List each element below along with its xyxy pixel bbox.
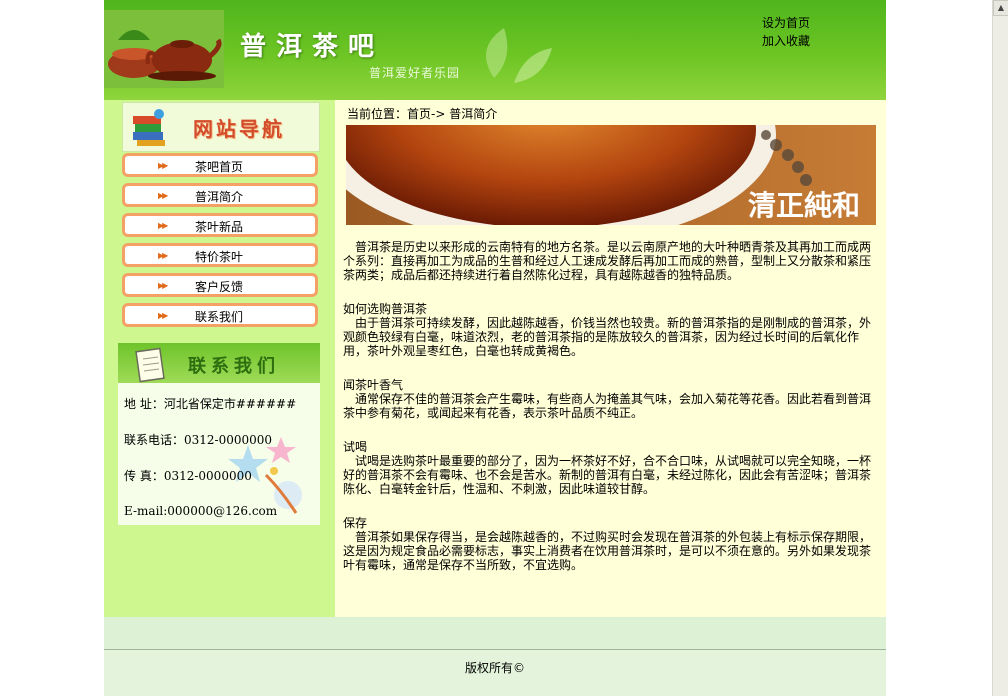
nav-list: ▶▶ 茶吧首页 ▶▶ 普洱简介 ▶▶ 茶叶新品 ▶▶ 特价茶叶 ▶▶ 客户反馈 ▶▶ 联系我… <box>122 153 318 333</box>
nav-item-label: 客户反馈 <box>195 280 244 294</box>
add-favorite-link[interactable]: 加入收藏 <box>762 32 810 50</box>
nav-item-label: 特价茶叶 <box>195 250 244 264</box>
nav-banner-title: 网站导航 <box>193 117 285 141</box>
nav-banner: 网站导航 <box>122 102 320 152</box>
contact-address: 地 址：河北省保定市###### <box>124 397 297 411</box>
site-title: 普洱茶吧 <box>240 32 385 62</box>
double-arrow-icon: ▶▶ <box>158 221 168 230</box>
article: 普洱茶是历史以来形成的云南特有的地方名茶。是以云南原产地的大叶种晒青茶及其再加工… <box>343 240 875 572</box>
copyright-text: 版权所有© <box>464 661 525 675</box>
left-sidebar: 网站导航 ▶▶ 茶吧首页 ▶▶ 普洱简介 ▶▶ 茶叶新品 ▶▶ 特价茶叶 ▶▶ 客户反馈 … <box>104 100 335 617</box>
double-arrow-icon: ▶▶ <box>158 251 168 260</box>
section-text: 由于普洱茶可持续发酵，因此越陈越香，价钱当然也较贵。新的普洱茶指的是刚制成的普洱… <box>343 316 872 358</box>
teapot-image <box>104 10 224 88</box>
hero-text: 清正純和 <box>748 189 860 222</box>
section-title: 如何选购普洱茶 <box>343 302 428 316</box>
nav-item-feedback[interactable]: ▶▶ 客户反馈 <box>122 273 318 297</box>
breadcrumb: 当前位置：首页-> 普洱简介 <box>347 107 498 121</box>
contact-banner-title: 联系我们 <box>188 356 280 377</box>
section-title: 闻茶叶香气 <box>343 378 404 392</box>
section-title: 保存 <box>343 516 368 530</box>
nav-item-label: 普洱简介 <box>195 190 244 204</box>
footer-band <box>104 617 886 649</box>
page: 普洱茶吧 普洱爱好者乐园 设为首页 加入收藏 网站导航 ▶▶ 茶吧首页 ▶▶ 普洱简… <box>104 0 886 696</box>
contact-email: E-mail:000000@126.com <box>124 504 278 518</box>
nav-item-new-products[interactable]: ▶▶ 茶叶新品 <box>122 213 318 237</box>
nav-item-home[interactable]: ▶▶ 茶吧首页 <box>122 153 318 177</box>
section-text: 通常保存不佳的普洱茶会产生霉味，有些商人为掩盖其气味，会加入菊花等花香。因此若看… <box>343 392 872 420</box>
contact-info: 地 址：河北省保定市###### 联系电话：0312-0000000 传 真：0… <box>118 383 320 525</box>
header: 普洱茶吧 普洱爱好者乐园 设为首页 加入收藏 <box>104 0 886 100</box>
section-text: 普洱茶如果保存得当，是会越陈越香的，不过购买时会发现在普洱茶的外包装上有标示保存… <box>343 530 872 572</box>
leaf-decoration-icon <box>486 28 552 83</box>
nav-item-special-offer[interactable]: ▶▶ 特价茶叶 <box>122 243 318 267</box>
notepad-icon <box>135 347 165 383</box>
section-text: 试喝是选购茶叶最重要的部分了，因为一杯茶好不好，合不合口味，从试喝就可以完全知晓… <box>343 454 872 496</box>
nav-item-contact[interactable]: ▶▶ 联系我们 <box>122 303 318 327</box>
nav-item-label: 联系我们 <box>195 310 244 324</box>
site-subtitle: 普洱爱好者乐园 <box>369 66 461 80</box>
double-arrow-icon: ▶▶ <box>158 161 168 170</box>
main-content: 当前位置：首页-> 普洱简介 清正純和 普洱茶是历史以来形成的云南特有的地方名茶… <box>335 100 886 617</box>
set-homepage-link[interactable]: 设为首页 <box>762 14 810 32</box>
intro-paragraph: 普洱茶是历史以来形成的云南特有的地方名茶。是以云南原产地的大叶种晒青茶及其再加工… <box>343 240 872 282</box>
nav-item-intro[interactable]: ▶▶ 普洱简介 <box>122 183 318 207</box>
contact-fax: 传 真：0312-0000000 <box>124 469 252 483</box>
contact-banner: 联系我们 <box>118 343 320 383</box>
scroll-up-arrow-icon[interactable]: ▲ <box>993 0 1008 16</box>
vertical-scrollbar[interactable]: ▲ <box>992 0 1008 696</box>
footer: 版权所有© <box>104 650 886 696</box>
nav-item-label: 茶叶新品 <box>195 220 244 234</box>
double-arrow-icon: ▶▶ <box>158 281 168 290</box>
books-icon <box>133 109 165 146</box>
top-links: 设为首页 加入收藏 <box>762 14 810 50</box>
section-title: 试喝 <box>343 440 368 454</box>
hero-banner-image: 清正純和 <box>346 125 876 225</box>
nav-item-label: 茶吧首页 <box>195 160 244 174</box>
double-arrow-icon: ▶▶ <box>158 311 168 320</box>
contact-phone: 联系电话：0312-0000000 <box>124 433 273 447</box>
double-arrow-icon: ▶▶ <box>158 191 168 200</box>
